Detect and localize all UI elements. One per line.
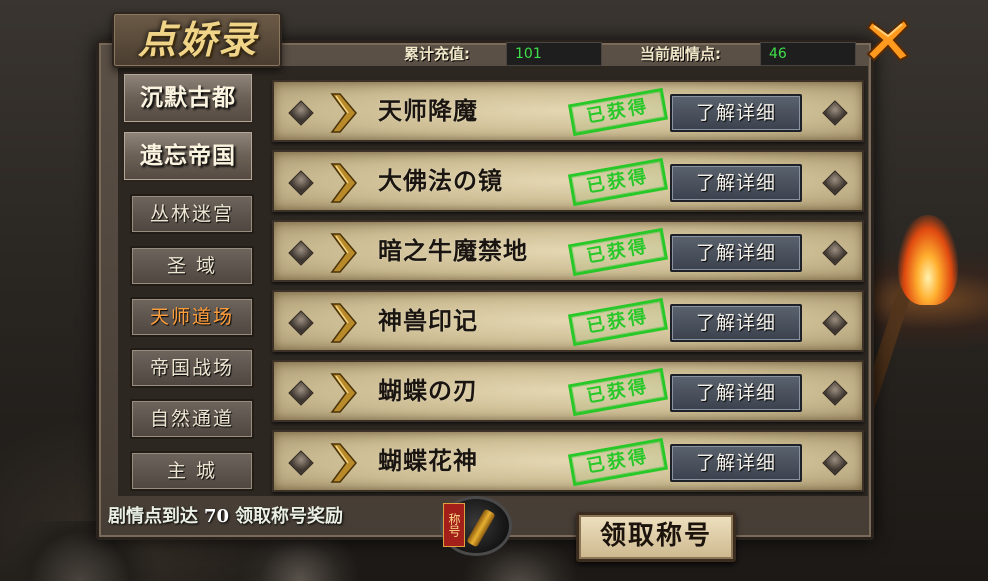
list-item: 蝴蝶の刃 已获得 了解详细: [272, 360, 864, 422]
obtained-stamp: 已获得: [567, 87, 669, 137]
page-title: 点娇录: [137, 17, 258, 62]
item-name: 神兽印记: [378, 306, 478, 335]
item-name: 蝴蝶花神: [378, 446, 478, 475]
diamond-stud-icon: [822, 100, 848, 126]
diamond-stud-icon: [288, 100, 314, 126]
diamond-stud-icon: [822, 450, 848, 476]
sidebar-item-4[interactable]: 帝国战场: [130, 348, 254, 388]
sidebar-item-6[interactable]: 主 城: [130, 451, 254, 491]
list-item: 神兽印记 已获得 了解详细: [272, 290, 864, 352]
diamond-stud-icon: [288, 170, 314, 196]
diamond-stud-icon: [822, 310, 848, 336]
diamond-stud-icon: [822, 380, 848, 406]
detail-button[interactable]: 了解详细: [670, 444, 802, 482]
sidebar-item-2[interactable]: 圣 域: [130, 246, 254, 286]
sidebar-item-1[interactable]: 丛林迷宫: [130, 194, 254, 234]
close-button[interactable]: [862, 14, 914, 66]
list-item: 天师降魔 已获得 了解详细: [272, 80, 864, 142]
chevron-icon: [330, 93, 357, 133]
scroll-icon: [466, 508, 496, 548]
story-points-label: 当前剧情点:: [640, 45, 721, 63]
obtained-stamp: 已获得: [567, 157, 669, 207]
close-icon: [866, 18, 910, 62]
item-name: 大佛法の镜: [378, 166, 503, 195]
medal-tag: 称号: [443, 503, 465, 547]
claim-title-button[interactable]: 领取称号: [576, 512, 736, 562]
sidebar: 沉默古都 遗忘帝国 丛林迷宫 圣 域 天师道场 帝国战场 自然通道 主 城: [118, 68, 258, 492]
footer-threshold: 70: [204, 506, 230, 527]
title-medal-icon: 称号: [440, 496, 512, 556]
diamond-stud-icon: [822, 240, 848, 266]
footer-prefix: 剧情点到达: [108, 506, 198, 527]
sidebar-item-5[interactable]: 自然通道: [130, 399, 254, 439]
chevron-icon: [330, 233, 357, 273]
list-item: 大佛法の镜 已获得 了解详细: [272, 150, 864, 212]
story-points-value: 46: [760, 42, 856, 66]
chevron-icon: [330, 443, 357, 483]
list-item: 暗之牛魔禁地 已获得 了解详细: [272, 220, 864, 282]
torch-flame: [898, 215, 958, 305]
obtained-stamp: 已获得: [567, 367, 669, 417]
detail-button[interactable]: 了解详细: [670, 304, 802, 342]
footer-suffix: 领取称号奖励: [235, 506, 344, 527]
detail-button[interactable]: 了解详细: [670, 94, 802, 132]
diamond-stud-icon: [288, 240, 314, 266]
detail-button[interactable]: 了解详细: [670, 374, 802, 412]
chevron-icon: [330, 303, 357, 343]
recharge-value: 101: [506, 42, 602, 66]
detail-button[interactable]: 了解详细: [670, 234, 802, 272]
item-name: 蝴蝶の刃: [378, 376, 478, 405]
recharge-label: 累计充值:: [404, 45, 470, 63]
diamond-stud-icon: [822, 170, 848, 196]
chevron-icon: [330, 373, 357, 413]
sidebar-category-2[interactable]: 遗忘帝国: [122, 130, 254, 182]
sidebar-category-1[interactable]: 沉默古都: [122, 72, 254, 124]
diamond-stud-icon: [288, 450, 314, 476]
item-name: 暗之牛魔禁地: [378, 236, 528, 265]
diamond-stud-icon: [288, 310, 314, 336]
obtained-stamp: 已获得: [567, 297, 669, 347]
obtained-stamp: 已获得: [567, 227, 669, 277]
obtained-stamp: 已获得: [567, 437, 669, 487]
footer-reward-text: 剧情点到达 70 领取称号奖励: [108, 504, 343, 530]
chevron-icon: [330, 163, 357, 203]
sidebar-item-3-active[interactable]: 天师道场: [130, 297, 254, 337]
detail-button[interactable]: 了解详细: [670, 164, 802, 202]
item-name: 天师降魔: [378, 96, 478, 125]
diamond-stud-icon: [288, 380, 314, 406]
list-item: 蝴蝶花神 已获得 了解详细: [272, 430, 864, 492]
